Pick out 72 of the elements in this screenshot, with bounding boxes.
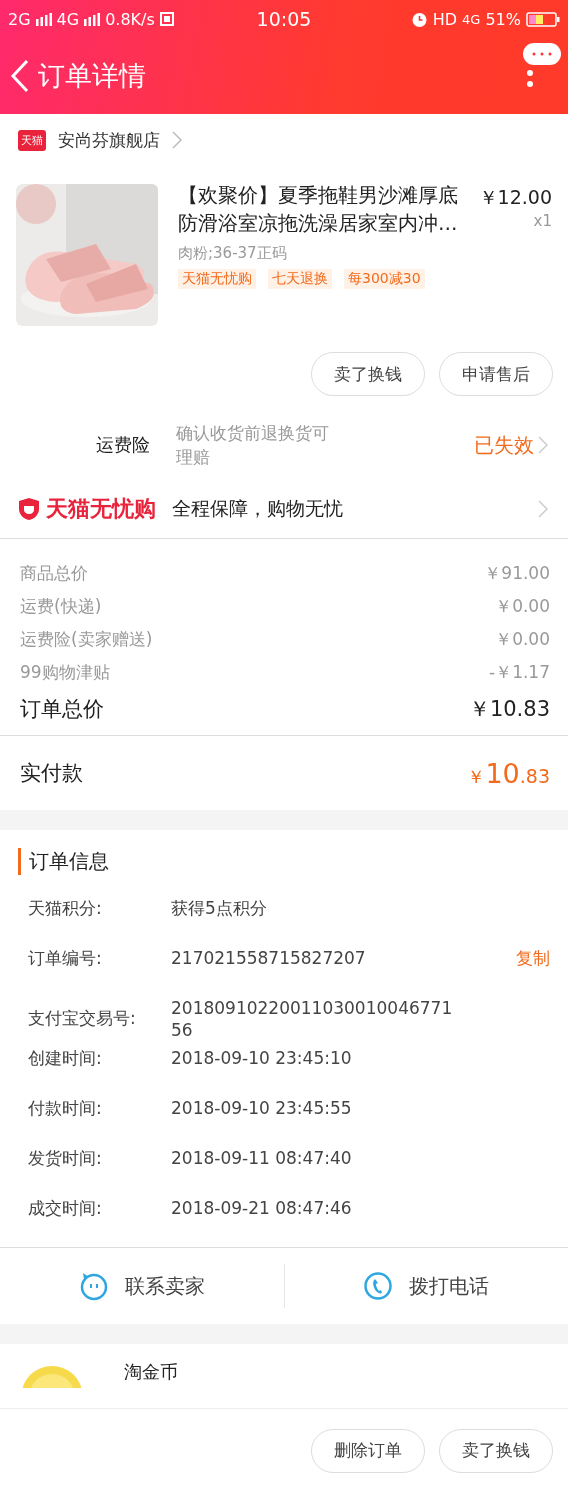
info-label: 支付宝交易号:: [28, 1007, 137, 1029]
contact-seller-button[interactable]: 联系卖家: [0, 1264, 285, 1308]
quantity: x1: [533, 212, 552, 230]
price-value: ￥0.00: [495, 595, 550, 618]
more-icon[interactable]: [522, 42, 562, 90]
info-label: 发货时间:: [28, 1147, 103, 1169]
price-value: ￥91.00: [484, 562, 550, 585]
section-title: 订单信息: [18, 848, 550, 875]
info-value: 2018-09-21 08:47:46: [171, 1197, 353, 1219]
signal-label: 4G: [56, 9, 80, 29]
insurance-description: 确认收货前退换货可理赔: [176, 422, 330, 469]
store-link[interactable]: 天猫 安尚芬旗舰店: [0, 114, 568, 166]
service-tag: 每300减30: [344, 269, 425, 289]
action-button[interactable]: 申请售后: [439, 352, 553, 396]
chevron-icon: [538, 436, 548, 454]
action-button[interactable]: 卖了换钱: [311, 352, 425, 396]
service-tag: 七天退换: [268, 269, 332, 289]
product-sku: 肉粉;36-37正码: [178, 244, 288, 263]
hd-label: HD: [432, 9, 458, 29]
back-icon[interactable]: [10, 59, 30, 93]
info-value: 获得5点积分: [171, 897, 268, 919]
battery-icon: [526, 11, 560, 27]
price-value: ￥0.00: [495, 628, 550, 651]
info-label: 付款时间:: [28, 1097, 103, 1119]
total-value: ￥10.83: [468, 696, 550, 723]
tmall-badge: 天猫: [18, 129, 46, 151]
call-button[interactable]: 拨打电话: [284, 1264, 568, 1308]
alarm-icon: [410, 10, 428, 28]
info-label: 订单编号:: [28, 947, 103, 969]
guarantee-row[interactable]: 天猫无忧购 全程保障，购物无忧: [0, 480, 568, 539]
paid-amount: ￥10.83: [467, 757, 550, 789]
phone-icon: [363, 1271, 394, 1301]
info-label: 创建时间:: [28, 1047, 103, 1069]
guarantee-brand: 天猫无忧购: [46, 495, 156, 523]
info-label: 成交时间:: [28, 1197, 103, 1219]
guarantee-text: 全程保障，购物无忧: [172, 496, 343, 521]
price-label: 商品总价: [20, 562, 88, 585]
battery-percent: 51%: [485, 9, 521, 29]
info-value: 2018-09-10 23:45:10: [171, 1047, 353, 1069]
chat-icon: [78, 1271, 109, 1301]
total-label: 订单总价: [20, 696, 104, 723]
info-value: 217021558715827207: [171, 947, 367, 969]
network-label: 4G: [462, 11, 481, 27]
service-tag: 天猫无忧购: [178, 269, 256, 289]
signal-icon: [35, 12, 52, 26]
network-speed: 0.8K/s: [105, 9, 155, 29]
product-title[interactable]: 【欢聚价】夏季拖鞋男沙滩厚底防滑浴室凉拖洗澡居家室内冲…: [178, 182, 462, 238]
price-value: -￥1.17: [489, 661, 550, 684]
price-label: 99购物津贴: [20, 661, 110, 684]
signal-label: 2G: [8, 9, 31, 29]
price-label: 运费(快递): [20, 595, 102, 618]
app-icon: [159, 12, 174, 26]
price-label: 运费险(卖家赠送): [20, 628, 153, 651]
chevron-icon: [538, 500, 548, 518]
chevron-icon: [172, 131, 182, 149]
coin-label: 淘金币: [124, 1360, 178, 1384]
info-value: 2018-09-10 23:45:55: [171, 1097, 353, 1119]
signal-icon: [84, 12, 101, 26]
action-button[interactable]: 卖了换钱: [439, 1428, 553, 1473]
insurance-row[interactable]: 运费险 确认收货前退换货可理赔 已失效: [0, 410, 568, 480]
page-title: 订单详情: [38, 59, 146, 93]
info-value: 2018-09-11 08:47:40: [171, 1147, 353, 1169]
info-value: 2018091022001103001004677156: [171, 997, 454, 1041]
info-label: 天猫积分:: [28, 897, 103, 919]
clock: 10:05: [256, 8, 312, 30]
paid-label: 实付款: [20, 760, 83, 787]
product-price: ￥12.00: [478, 185, 552, 210]
shield-icon: [18, 497, 40, 521]
action-button[interactable]: 删除订单: [311, 1428, 425, 1473]
insurance-status: 已失效: [474, 431, 534, 459]
coin-icon: [20, 1364, 84, 1388]
insurance-label: 运费险: [96, 433, 151, 457]
